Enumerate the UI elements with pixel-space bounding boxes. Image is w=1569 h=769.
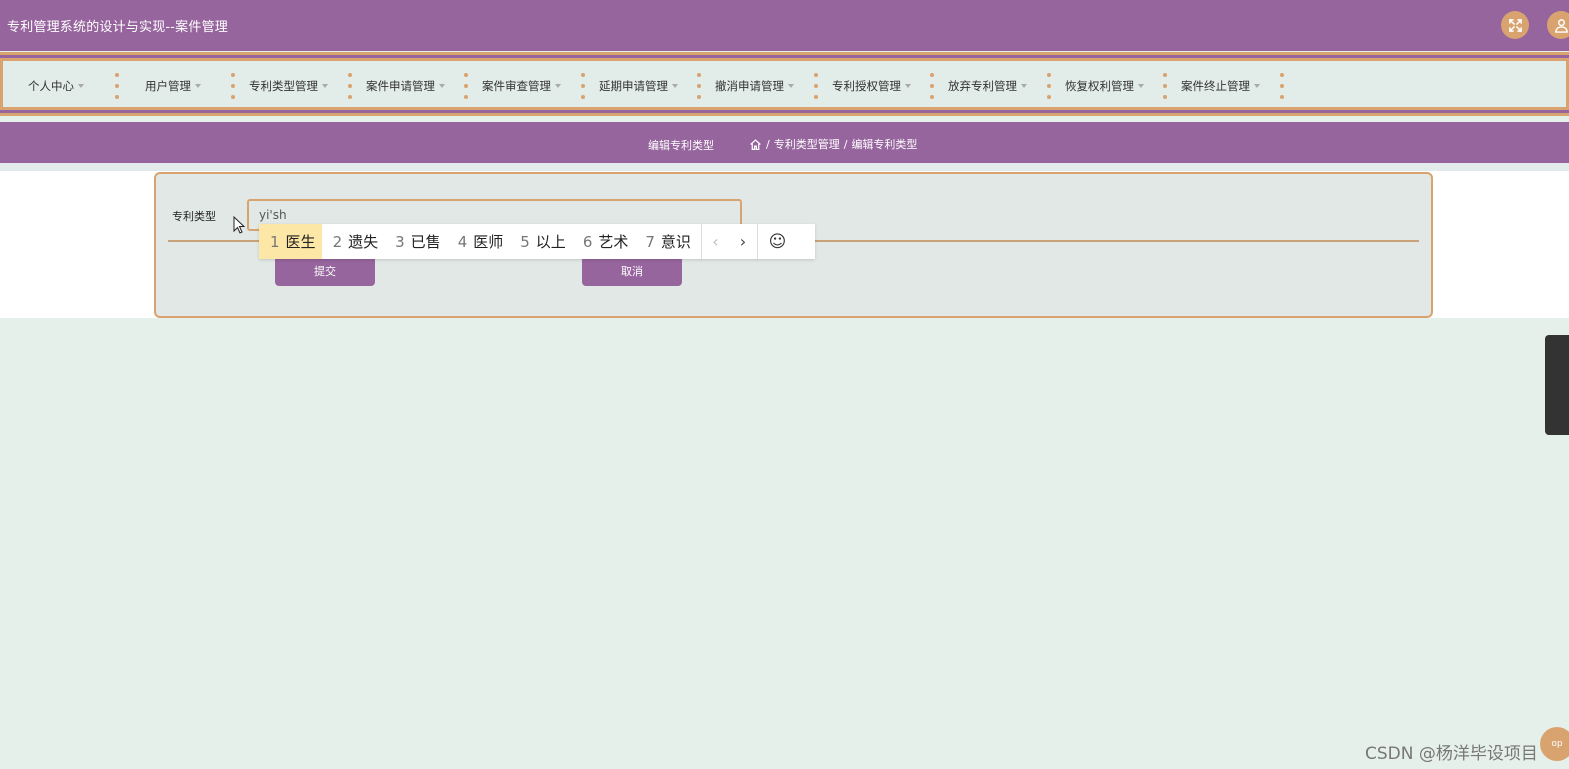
- candidate-text: 艺术: [598, 233, 629, 251]
- watermark-text: CSDN @杨洋毕设项目: [1365, 744, 1538, 764]
- nav-separator: [697, 73, 701, 99]
- top-bar: 专利管理系统的设计与实现--案件管理: [0, 0, 1569, 51]
- candidate-number: 4: [457, 232, 468, 251]
- candidate-text: 以上: [535, 233, 566, 251]
- nav-item-label: 案件申请管理: [366, 79, 435, 93]
- caret-down-icon: [1254, 84, 1260, 88]
- main-nav: 个人中心 用户管理 专利类型管理 案件申请管理 案件审查管理 延期申请管理 撤消…: [0, 58, 1569, 110]
- cancel-button[interactable]: 取消: [582, 256, 682, 286]
- nav-item-label: 延期申请管理: [599, 79, 668, 93]
- nav-item-label: 恢复权利管理: [1065, 79, 1134, 93]
- nav-item-label: 专利授权管理: [832, 79, 901, 93]
- nav-item-revoke-application[interactable]: 撤消申请管理: [715, 78, 794, 94]
- candidate-number: 7: [645, 232, 655, 251]
- nav-item-case-review[interactable]: 案件审查管理: [482, 78, 561, 94]
- candidate-number: 1: [270, 232, 280, 251]
- nav-item-patent-type-management[interactable]: 专利类型管理: [249, 78, 328, 94]
- nav-bar-frame: 个人中心 用户管理 专利类型管理 案件申请管理 案件审查管理 延期申请管理 撤消…: [0, 52, 1569, 116]
- breadcrumb: / 专利类型管理 / 编辑专利类型: [749, 136, 917, 152]
- nav-item-label: 放弃专利管理: [948, 79, 1017, 93]
- ime-prev-page-icon[interactable]: ‹: [700, 224, 729, 259]
- nav-separator: [231, 73, 235, 99]
- nav-item-label: 撤消申请管理: [715, 79, 784, 93]
- candidate-text: 医师: [473, 233, 504, 251]
- nav-item-restore-rights[interactable]: 恢复权利管理: [1065, 78, 1144, 94]
- ime-candidate[interactable]: 1 医生: [259, 224, 322, 259]
- nav-separator: [1163, 73, 1167, 99]
- mouse-cursor-icon: [233, 216, 245, 234]
- app-title: 专利管理系统的设计与实现--案件管理: [7, 20, 228, 35]
- breadcrumb-item-patent-type-management[interactable]: 专利类型管理: [774, 136, 840, 152]
- caret-down-icon: [322, 84, 328, 88]
- submit-button[interactable]: 提交: [275, 256, 375, 286]
- nav-item-extension-application[interactable]: 延期申请管理: [599, 78, 678, 94]
- caret-down-icon: [1021, 84, 1027, 88]
- nav-item-patent-grant[interactable]: 专利授权管理: [832, 78, 911, 94]
- nav-item-case-application[interactable]: 案件申请管理: [366, 78, 445, 94]
- nav-separator: [348, 73, 352, 99]
- caret-down-icon: [195, 84, 201, 88]
- nav-item-label: 案件审查管理: [482, 79, 551, 93]
- candidate-text: 已售: [410, 233, 441, 251]
- ime-candidate[interactable]: 5 以上: [509, 224, 572, 259]
- nav-item-label: 用户管理: [145, 79, 191, 93]
- nav-separator: [464, 73, 468, 99]
- ime-candidate[interactable]: 7 意识: [634, 224, 701, 259]
- nav-separator: [1280, 73, 1284, 99]
- ime-candidate[interactable]: 3 已售: [384, 224, 447, 259]
- ime-emoji-icon[interactable]: ☺: [756, 224, 797, 259]
- nav-item-case-termination[interactable]: 案件终止管理: [1181, 78, 1260, 94]
- candidate-number: 2: [332, 232, 343, 251]
- nav-item-abandon-patent[interactable]: 放弃专利管理: [948, 78, 1027, 94]
- nav-item-personal-center[interactable]: 个人中心: [28, 78, 84, 94]
- back-to-top-button[interactable]: op: [1540, 727, 1569, 761]
- nav-separator: [930, 73, 934, 99]
- candidate-number: 3: [395, 232, 405, 251]
- page-title: 编辑专利类型: [648, 139, 714, 152]
- breadcrumb-separator: /: [843, 137, 848, 151]
- caret-down-icon: [439, 84, 445, 88]
- candidate-number: 6: [582, 232, 593, 251]
- patent-type-label: 专利类型: [172, 210, 216, 223]
- caret-down-icon: [555, 84, 561, 88]
- candidate-number: 5: [520, 232, 530, 251]
- nav-item-label: 个人中心: [28, 79, 74, 93]
- fullscreen-icon[interactable]: [1501, 11, 1529, 39]
- ime-candidate[interactable]: 4 医师: [447, 224, 510, 259]
- nav-item-label: 案件终止管理: [1181, 79, 1250, 93]
- nav-separator: [1047, 73, 1051, 99]
- ime-candidate[interactable]: 6 艺术: [572, 224, 635, 259]
- ime-candidate-bar: 1 医生 2 遗失 3 已售 4 医师 5 以上 6 艺术 7 意识 ‹ › ☺: [259, 224, 815, 259]
- breadcrumb-separator: /: [766, 137, 770, 151]
- caret-down-icon: [1138, 84, 1144, 88]
- candidate-text: 遗失: [348, 233, 379, 251]
- nav-separator: [814, 73, 818, 99]
- candidate-text: 意识: [660, 233, 691, 251]
- ime-next-page-icon[interactable]: ›: [729, 224, 757, 259]
- user-icon[interactable]: [1547, 11, 1569, 39]
- nav-item-label: 专利类型管理: [249, 79, 318, 93]
- side-panel-toggle[interactable]: [1545, 335, 1569, 435]
- nav-item-user-management[interactable]: 用户管理: [145, 78, 201, 94]
- caret-down-icon: [672, 84, 678, 88]
- breadcrumb-item-edit-patent-type: 编辑专利类型: [851, 138, 918, 151]
- ime-candidate[interactable]: 2 遗失: [322, 224, 385, 259]
- caret-down-icon: [905, 84, 911, 88]
- breadcrumb-bar: 编辑专利类型 / 专利类型管理 / 编辑专利类型: [0, 122, 1569, 163]
- candidate-text: 医生: [285, 233, 316, 251]
- content-top-strip: [0, 163, 1569, 171]
- caret-down-icon: [788, 84, 794, 88]
- nav-separator: [581, 73, 585, 99]
- home-icon[interactable]: [749, 138, 762, 151]
- caret-down-icon: [78, 84, 84, 88]
- nav-separator: [115, 73, 119, 99]
